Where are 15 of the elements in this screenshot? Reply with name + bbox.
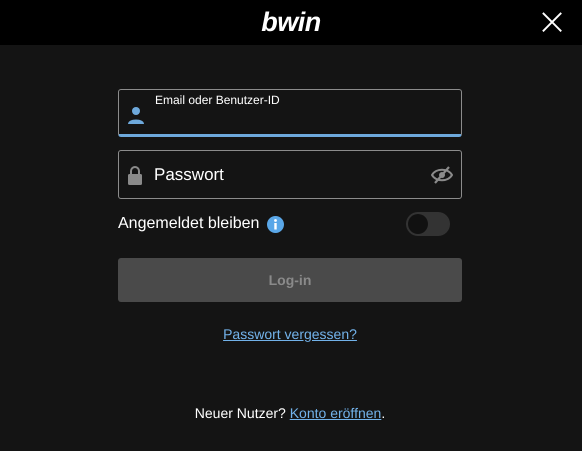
- person-icon: [127, 106, 145, 124]
- password-field[interactable]: Passwort: [118, 150, 462, 199]
- stay-logged-in-label: Angemeldet bleiben: [118, 215, 260, 233]
- close-button[interactable]: ×: [536, 2, 568, 40]
- email-label: Email oder Benutzer-ID: [155, 93, 280, 107]
- forgot-password-link[interactable]: Passwort vergessen?: [223, 326, 357, 342]
- toggle-switch[interactable]: [406, 212, 450, 236]
- info-icon[interactable]: [267, 216, 284, 232]
- logo: bwin: [261, 7, 321, 38]
- eye-slash-icon[interactable]: [431, 166, 453, 184]
- email-field[interactable]: Email oder Benutzer-ID: [118, 89, 462, 137]
- register-link[interactable]: Konto eröffnen: [290, 405, 382, 421]
- lock-icon: [127, 164, 143, 184]
- password-placeholder: Passwort: [154, 164, 225, 184]
- register-prompt: Neuer Nutzer? Konto eröffnen.: [194, 405, 386, 421]
